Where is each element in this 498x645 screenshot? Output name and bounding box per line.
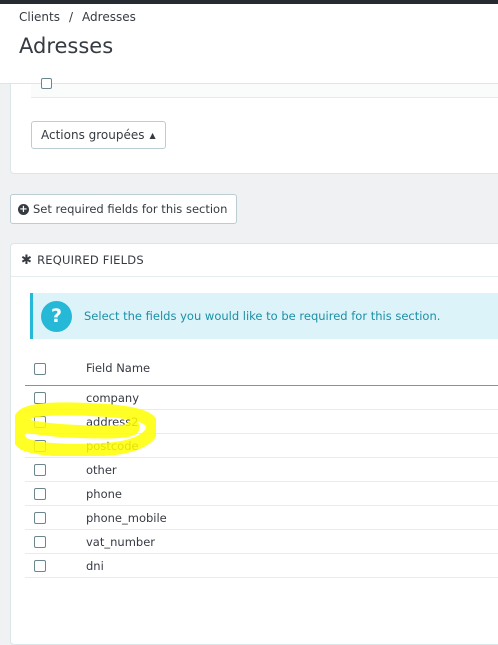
bulk-actions-button[interactable]: Actions groupées ▲	[31, 121, 166, 149]
table-row: dni	[25, 554, 498, 578]
field-name: dni	[86, 558, 104, 573]
table-header: Field Name	[25, 351, 498, 386]
plus-circle-icon: +	[18, 203, 29, 215]
table-row: address2	[25, 410, 498, 434]
set-required-fields-button[interactable]: + Set required fields for this section	[10, 194, 238, 224]
field-name: other	[86, 462, 117, 477]
select-all-checkbox[interactable]	[41, 78, 52, 89]
table-row: other	[25, 458, 498, 482]
breadcrumb-parent[interactable]: Clients	[19, 10, 60, 24]
table-row: company	[25, 386, 498, 410]
info-alert: ? Select the fields you would like to be…	[30, 293, 498, 339]
panel-heading: ✱ REQUIRED FIELDS	[11, 244, 498, 277]
table-row: postcode	[25, 434, 498, 458]
field-name: address2	[86, 414, 139, 429]
set-required-fields-label: Set required fields for this section	[33, 202, 228, 216]
field-checkbox-company[interactable]	[34, 392, 46, 404]
breadcrumb-current[interactable]: Adresses	[82, 10, 136, 24]
select-all-fields-checkbox[interactable]	[34, 363, 46, 375]
required-fields-panel: ✱ REQUIRED FIELDS ? Select the fields yo…	[10, 243, 498, 645]
page-title: Adresses	[19, 34, 114, 58]
field-checkbox-other[interactable]	[34, 464, 46, 476]
bulk-actions-label: Actions groupées	[41, 128, 145, 142]
asterisk-icon: ✱	[21, 252, 33, 268]
field-checkbox-postcode[interactable]	[34, 440, 46, 452]
field-checkbox-phone[interactable]	[34, 488, 46, 500]
breadcrumb-separator: /	[69, 10, 74, 24]
field-checkbox-dni[interactable]	[34, 560, 46, 572]
field-name: phone	[86, 486, 122, 501]
field-checkbox-vat-number[interactable]	[34, 536, 46, 548]
caret-up-icon: ▲	[149, 130, 156, 140]
field-checkbox-address2[interactable]	[34, 416, 46, 428]
table-row: vat_number	[25, 530, 498, 554]
field-checkbox-phone-mobile[interactable]	[34, 512, 46, 524]
field-name: postcode	[86, 438, 139, 453]
info-alert-text: Select the fields you would like to be r…	[84, 309, 441, 323]
field-name: company	[86, 390, 140, 405]
panel-heading-text: REQUIRED FIELDS	[37, 253, 144, 267]
field-name-column-header: Field Name	[86, 361, 151, 375]
question-icon: ?	[41, 300, 72, 332]
page-header: Clients / Adresses Adresses	[0, 4, 498, 84]
table-row: phone	[25, 482, 498, 506]
required-fields-table: Field Name company address2 postcode oth…	[25, 351, 498, 578]
field-name: vat_number	[86, 534, 155, 549]
table-row: phone_mobile	[25, 506, 498, 530]
address-list-panel: Actions groupées ▲	[10, 78, 498, 174]
field-name: phone_mobile	[86, 510, 167, 525]
breadcrumb: Clients / Adresses	[19, 10, 136, 24]
list-footer-strip	[31, 78, 498, 98]
